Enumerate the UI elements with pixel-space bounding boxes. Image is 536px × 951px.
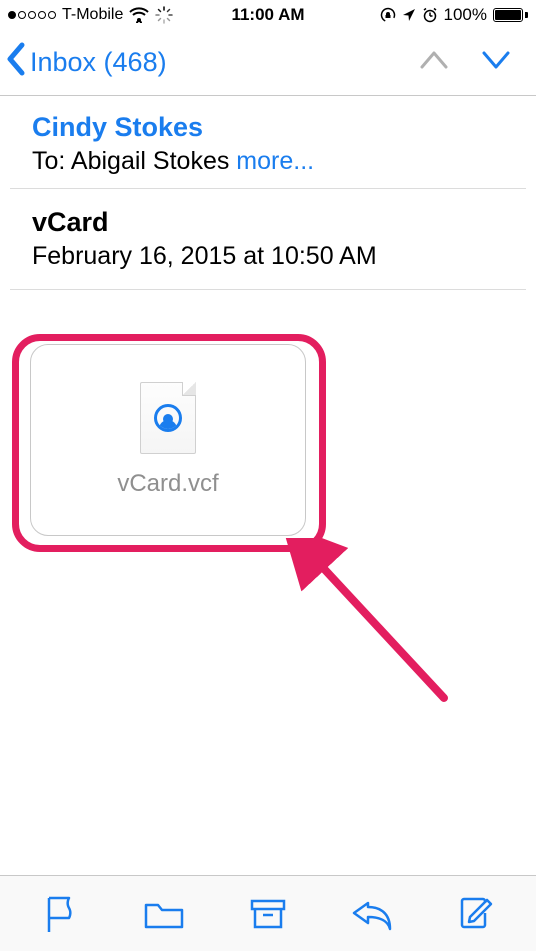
recipient-name[interactable]: Abigail Stokes: [71, 147, 236, 175]
archive-button[interactable]: [236, 886, 300, 942]
vcard-file-icon: [140, 382, 196, 454]
message-date: February 16, 2015 at 10:50 AM: [32, 242, 504, 271]
to-prefix: To:: [32, 147, 71, 175]
attachment-filename: vCard.vcf: [117, 470, 218, 498]
flag-button[interactable]: [28, 886, 92, 942]
battery-icon: [493, 8, 528, 22]
battery-percent-label: 100%: [444, 5, 487, 25]
message-body: vCard.vcf: [0, 290, 536, 536]
sender-name[interactable]: Cindy Stokes: [32, 112, 504, 143]
status-right: 100%: [380, 5, 528, 25]
loading-spinner-icon: [155, 6, 173, 24]
location-icon: [402, 8, 416, 22]
alarm-icon: [422, 7, 438, 23]
previous-message-button[interactable]: [418, 49, 450, 76]
back-label: Inbox (468): [30, 47, 167, 78]
status-bar: T-Mobile 11:00 AM 100%: [0, 0, 536, 30]
carrier-label: T-Mobile: [62, 6, 123, 24]
wifi-icon: [129, 7, 149, 23]
message-header: Cindy Stokes To: Abigail Stokes more...: [10, 96, 526, 189]
more-recipients-link[interactable]: more...: [236, 147, 314, 175]
attachment-card[interactable]: vCard.vcf: [30, 344, 306, 536]
annotation-arrow-icon: [284, 538, 464, 718]
nav-bar: Inbox (468): [0, 30, 536, 96]
contact-icon: [154, 404, 182, 432]
next-message-button[interactable]: [480, 49, 512, 76]
back-button[interactable]: Inbox (468): [4, 41, 167, 84]
recipient-line: To: Abigail Stokes more...: [32, 147, 504, 176]
compose-button[interactable]: [444, 886, 508, 942]
reply-button[interactable]: [340, 886, 404, 942]
toolbar: [0, 875, 536, 951]
orientation-lock-icon: [380, 7, 396, 23]
status-left: T-Mobile: [8, 6, 173, 24]
chevron-left-icon: [4, 41, 28, 84]
move-folder-button[interactable]: [132, 886, 196, 942]
subject-block: vCard February 16, 2015 at 10:50 AM: [10, 189, 526, 290]
signal-strength-icon: [8, 11, 56, 19]
message-subject: vCard: [32, 207, 504, 238]
